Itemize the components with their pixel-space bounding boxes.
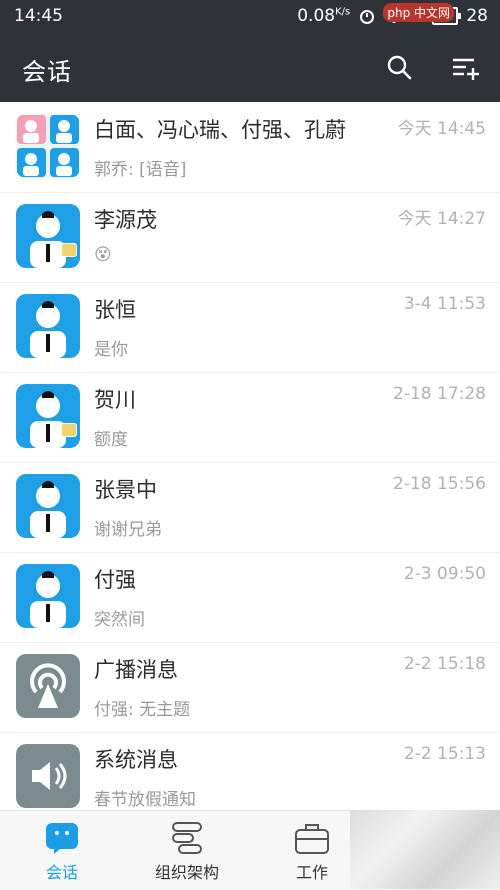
conversation-preview: 突然间 bbox=[94, 610, 145, 630]
org-chart-icon bbox=[172, 822, 202, 854]
status-time: 14:45 bbox=[14, 6, 63, 26]
conversation-time: 2-2 15:18 bbox=[403, 654, 486, 674]
tab-label: 组织架构 bbox=[154, 863, 219, 882]
app-bar: 会话 bbox=[0, 32, 500, 102]
network-speed: 0.08K/s bbox=[297, 6, 351, 26]
user-avatar bbox=[16, 474, 80, 538]
conversation-row[interactable]: 贺川 2-18 17:28 额度 bbox=[0, 372, 500, 463]
conversation-name: 李源茂 bbox=[94, 208, 157, 232]
status-bar: 14:45 0.08K/s 4G 28 php 中文网 bbox=[0, 0, 500, 32]
conversation-preview: 额度 bbox=[94, 430, 128, 450]
crown-badge-icon bbox=[62, 424, 76, 436]
conversation-time: 2-2 15:13 bbox=[403, 744, 486, 764]
conversation-time: 2-18 15:56 bbox=[393, 474, 486, 494]
broadcast-icon bbox=[16, 654, 80, 718]
conversation-preview: 付强: 无主题 bbox=[94, 700, 191, 720]
conversation-preview: 😵 bbox=[94, 245, 112, 265]
conversation-name: 白面、冯心瑞、付强、孔蔚 bbox=[94, 118, 346, 142]
conversation-name: 付强 bbox=[94, 568, 136, 592]
conversation-time: 今天 14:27 bbox=[397, 209, 486, 229]
conversation-time: 2-3 09:50 bbox=[403, 564, 486, 584]
tab-label: 会话 bbox=[45, 863, 78, 882]
conversation-time: 3-4 11:53 bbox=[403, 294, 486, 314]
conversation-name: 张景中 bbox=[94, 478, 157, 502]
conversation-name: 系统消息 bbox=[94, 748, 178, 772]
conversation-preview: 谢谢兄弟 bbox=[94, 520, 162, 540]
search-icon bbox=[387, 55, 412, 80]
battery-percent: 28 bbox=[466, 6, 488, 26]
add-menu-icon bbox=[453, 58, 479, 80]
crown-badge-icon bbox=[62, 244, 76, 256]
chat-icon bbox=[46, 823, 78, 854]
conversation-row[interactable]: 系统消息 2-2 15:13 春节放假通知 bbox=[0, 732, 500, 810]
conversation-preview: 是你 bbox=[94, 340, 128, 360]
conversation-list[interactable]: 白面、冯心瑞、付强、孔蔚 今天 14:45 郭乔: [语音] 李源茂 今天 14… bbox=[0, 102, 500, 810]
conversation-time: 今天 14:45 bbox=[397, 119, 486, 139]
user-avatar bbox=[16, 204, 80, 268]
alarm-icon bbox=[358, 7, 376, 25]
group-avatar bbox=[16, 114, 80, 178]
conversation-preview: 郭乔: [语音] bbox=[94, 160, 187, 180]
blurred-area bbox=[350, 810, 500, 889]
conversation-preview: 春节放假通知 bbox=[94, 790, 196, 810]
conversation-row[interactable]: 付强 2-3 09:50 突然间 bbox=[0, 552, 500, 643]
conversation-row[interactable]: 广播消息 2-2 15:18 付强: 无主题 bbox=[0, 642, 500, 733]
conversation-name: 贺川 bbox=[94, 388, 136, 412]
briefcase-icon bbox=[295, 824, 329, 854]
conversation-time: 2-18 17:28 bbox=[393, 384, 486, 404]
search-button[interactable] bbox=[382, 50, 416, 84]
tab-conversations[interactable]: 会话 bbox=[2, 811, 122, 890]
conversation-name: 广播消息 bbox=[94, 658, 178, 682]
user-avatar bbox=[16, 564, 80, 628]
conversation-row[interactable]: 李源茂 今天 14:27 😵 bbox=[0, 192, 500, 283]
conversation-row[interactable]: 张景中 2-18 15:56 谢谢兄弟 bbox=[0, 462, 500, 553]
user-avatar bbox=[16, 294, 80, 358]
conversation-row[interactable]: 张恒 3-4 11:53 是你 bbox=[0, 282, 500, 373]
conversation-name: 张恒 bbox=[94, 298, 136, 322]
page-title: 会话 bbox=[22, 58, 72, 86]
tab-organization[interactable]: 组织架构 bbox=[127, 811, 247, 890]
speaker-icon bbox=[16, 744, 80, 808]
conversation-row[interactable]: 白面、冯心瑞、付强、孔蔚 今天 14:45 郭乔: [语音] bbox=[0, 102, 500, 193]
add-menu-button[interactable] bbox=[448, 50, 482, 84]
user-avatar bbox=[16, 384, 80, 448]
watermark-logo: php 中文网 bbox=[383, 3, 454, 22]
